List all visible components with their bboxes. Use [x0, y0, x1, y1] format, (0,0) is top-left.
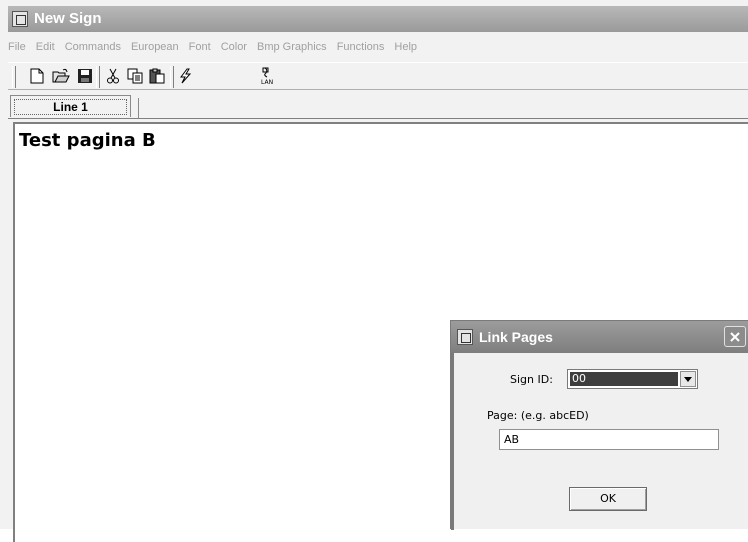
menu-bar: File Edit Commands European Font Color B… — [8, 38, 422, 56]
app-window: New Sign File Edit Commands European Fon… — [0, 0, 748, 542]
lan-connection-icon[interactable]: LAN — [258, 67, 278, 85]
menu-color[interactable]: Color — [216, 41, 252, 53]
toolbar-grip[interactable] — [12, 66, 16, 88]
tab-label: Line 1 — [53, 99, 88, 114]
paste-icon[interactable] — [148, 67, 166, 85]
link-pages-dialog: Link Pages Sign ID: 00 Page: (e.g. abcED… — [450, 320, 748, 530]
sign-id-label: Sign ID: — [510, 373, 553, 386]
open-folder-icon[interactable] — [52, 67, 70, 85]
page-input[interactable]: AB — [499, 429, 719, 450]
toolbar: LAN — [8, 62, 748, 90]
dialog-title: Link Pages — [479, 329, 553, 345]
toolbar-separator — [170, 66, 174, 88]
svg-text:LAN: LAN — [261, 79, 273, 85]
cut-icon[interactable] — [104, 67, 122, 85]
close-button[interactable] — [724, 326, 746, 347]
tab-bar: Line 1 — [8, 94, 748, 119]
menu-help[interactable]: Help — [389, 41, 422, 53]
menu-file[interactable]: File — [8, 41, 31, 53]
dialog-app-icon — [457, 329, 473, 345]
sign-id-select[interactable]: 00 — [567, 369, 698, 389]
editor-text: Test pagina B — [19, 130, 156, 151]
page-label: Page: (e.g. abcED) — [487, 409, 589, 422]
dialog-title-bar[interactable]: Link Pages — [451, 321, 748, 353]
menu-commands[interactable]: Commands — [60, 41, 126, 53]
sign-id-value: 00 — [570, 372, 678, 386]
close-icon — [730, 331, 740, 342]
ok-button[interactable]: OK — [569, 487, 647, 511]
new-document-icon[interactable] — [28, 67, 46, 85]
menu-functions[interactable]: Functions — [332, 41, 390, 53]
send-lightning-icon[interactable] — [176, 67, 194, 85]
menu-edit[interactable]: Edit — [31, 41, 60, 53]
toolbar-separator — [96, 66, 100, 88]
menu-font[interactable]: Font — [184, 41, 216, 53]
menu-european[interactable]: European — [126, 41, 184, 53]
dropdown-arrow-button[interactable] — [680, 371, 696, 387]
tab-line-1[interactable]: Line 1 — [10, 95, 139, 118]
chevron-down-icon — [684, 376, 692, 382]
save-disk-icon[interactable] — [76, 67, 94, 85]
copy-icon[interactable] — [126, 67, 144, 85]
title-bar[interactable]: New Sign — [8, 6, 748, 32]
tab-divider — [138, 98, 139, 118]
app-icon — [12, 11, 28, 27]
menu-bmp-graphics[interactable]: Bmp Graphics — [252, 41, 332, 53]
dialog-body: Sign ID: 00 Page: (e.g. abcED) AB OK — [451, 353, 748, 530]
window-title: New Sign — [34, 10, 102, 27]
